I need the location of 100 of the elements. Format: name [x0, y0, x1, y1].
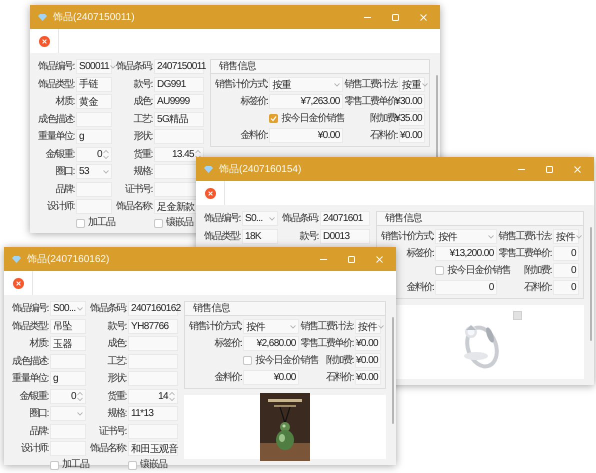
checkbox[interactable]: [76, 218, 85, 228]
checkbox-label: 按今日金价销售: [447, 264, 510, 276]
minimize-icon: [364, 16, 370, 18]
field-label: 销售计价方式:: [189, 320, 242, 334]
input-field[interactable]: DG991: [154, 76, 204, 92]
spin-arrows-icon[interactable]: [169, 390, 175, 402]
select-field[interactable]: 按重: [399, 77, 425, 92]
field-label: 金料价:: [214, 370, 242, 385]
spin-arrows-icon[interactable]: [103, 148, 109, 160]
field-label: 饰品类型:: [204, 230, 240, 244]
checkbox[interactable]: [243, 356, 252, 365]
input-field[interactable]: 0: [435, 280, 497, 295]
field-label: 金/银重:: [19, 390, 48, 404]
input-field[interactable]: D0013: [320, 228, 370, 244]
input-field[interactable]: 玉器: [50, 336, 86, 351]
close-icon[interactable]: [204, 188, 216, 198]
image-icon[interactable]: [513, 311, 522, 320]
field-label: 金/银重:: [45, 148, 74, 162]
field-label: 石料价:: [326, 370, 353, 385]
chevron-down-icon: [290, 324, 296, 328]
checkbox[interactable]: [128, 460, 137, 470]
scrollbar[interactable]: [590, 227, 592, 341]
field-label: 饰品条码:: [116, 60, 152, 74]
input-field[interactable]: 0: [553, 280, 579, 295]
select-field[interactable]: 按件: [355, 319, 381, 334]
input-field[interactable]: AU9999: [154, 94, 204, 109]
input-field[interactable]: 黄金: [76, 94, 112, 109]
input-field[interactable]: 和田玉观音: [128, 441, 178, 456]
select-field[interactable]: S00...: [50, 301, 86, 316]
checkbox[interactable]: [269, 114, 278, 123]
input-field[interactable]: 0: [553, 263, 579, 278]
field-label: 货重:: [133, 148, 152, 162]
input-field[interactable]: 0: [553, 246, 579, 261]
field-label: 证书号:: [98, 424, 126, 438]
input-field[interactable]: ¥0.00: [243, 370, 299, 385]
input-field[interactable]: g: [76, 129, 112, 144]
input-field[interactable]: 2407150011: [154, 59, 204, 74]
input-field[interactable]: 手链: [76, 76, 112, 92]
field-label: 规格:: [133, 164, 152, 179]
number-field[interactable]: 14: [128, 388, 178, 404]
window-title: 饰品(2407160162): [27, 253, 110, 266]
select-field[interactable]: 按重: [269, 77, 343, 92]
checkbox-label: 按今日金价销售: [281, 112, 344, 124]
window-title: 饰品(2407160154): [219, 163, 302, 176]
close-icon[interactable]: [38, 36, 50, 46]
field-label: 标签价:: [240, 94, 268, 109]
input-field[interactable]: ¥0.00: [355, 336, 381, 351]
field-label: 款号:: [299, 230, 318, 244]
checkbox[interactable]: [154, 218, 163, 228]
input-field[interactable]: YH87766: [128, 318, 178, 334]
close-icon[interactable]: [12, 278, 24, 288]
section-header: 销售信息: [377, 212, 583, 226]
input-field[interactable]: ¥7,263.00: [269, 94, 343, 109]
input-field[interactable]: 5G精品: [154, 112, 204, 126]
field-label: 销售工费计法:: [300, 320, 353, 334]
window-title: 饰品(2407150011): [53, 11, 136, 24]
input-field[interactable]: ¥2,680.00: [243, 336, 299, 351]
input-field[interactable]: 24071601: [320, 211, 370, 226]
field-label: 规格:: [107, 406, 126, 421]
select-field[interactable]: 按件: [553, 229, 579, 244]
select-field[interactable]: 53: [76, 164, 112, 179]
number-field[interactable]: 13.45: [154, 146, 204, 162]
field-label: 饰品编号:: [38, 60, 74, 74]
field-label: 石料价:: [370, 128, 397, 143]
spin-arrows-icon[interactable]: [77, 390, 83, 402]
input-field[interactable]: ¥0.00: [269, 128, 343, 143]
input-field[interactable]: ¥0.00: [355, 353, 381, 368]
chevron-down-icon: [77, 412, 83, 416]
input-field[interactable]: 11*13: [128, 406, 178, 421]
checkbox[interactable]: [50, 460, 59, 470]
chevron-down-icon: [269, 216, 275, 220]
number-field[interactable]: 0: [76, 146, 112, 162]
checkbox[interactable]: [435, 266, 444, 275]
spin-arrows-icon[interactable]: [195, 148, 201, 160]
field-label: 金料价:: [406, 280, 434, 295]
field-label: 货重:: [107, 390, 126, 404]
checkbox-label: 加工品: [62, 459, 89, 471]
checkbox-label: 按今日金价销售: [255, 354, 318, 366]
scrollbar[interactable]: [392, 317, 394, 424]
number-field[interactable]: 0: [50, 388, 86, 404]
input-field[interactable]: ¥13,200.00: [435, 246, 497, 261]
field-label: 标签价:: [214, 336, 242, 351]
select-field[interactable]: S0...: [242, 211, 278, 226]
checkbox-label: 镶嵌品: [166, 217, 193, 229]
input-field[interactable]: 18K: [242, 228, 278, 244]
field-label: 形状:: [133, 130, 152, 144]
input-field[interactable]: g: [50, 371, 86, 386]
input-field[interactable]: ¥0.00: [399, 128, 425, 143]
field-label: 附加费:: [326, 354, 353, 368]
select-field[interactable]: [50, 406, 86, 421]
field-label: 圈口:: [55, 165, 74, 179]
input-field[interactable]: ¥0.00: [355, 370, 381, 385]
select-field[interactable]: 按件: [243, 319, 299, 334]
maximize-icon: [348, 256, 354, 262]
select-field[interactable]: 按件: [435, 229, 497, 244]
close-icon: [420, 14, 426, 20]
input-field[interactable]: 吊坠: [50, 318, 86, 334]
chevron-down-icon: [110, 64, 116, 68]
diamond-icon: [204, 166, 213, 172]
field-label: 附加费:: [524, 264, 551, 278]
